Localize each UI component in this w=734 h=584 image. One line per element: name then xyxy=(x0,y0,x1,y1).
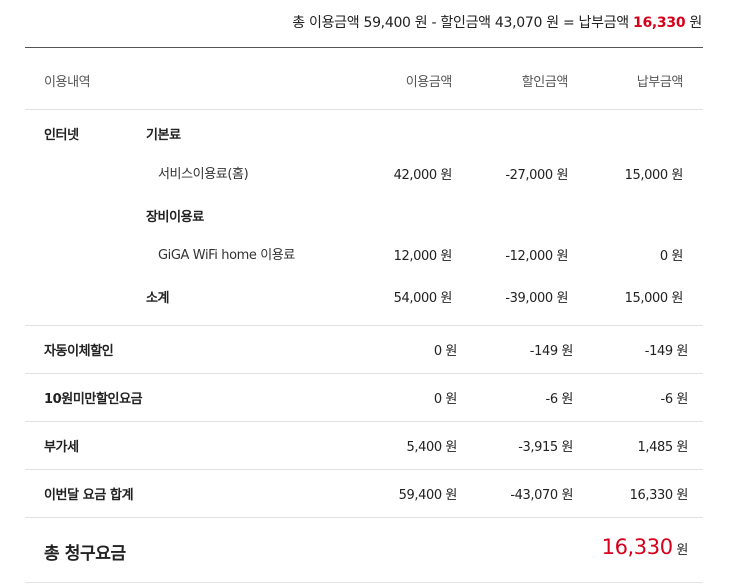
summary-payment-amount: 16,330 xyxy=(633,15,686,31)
subtotal-discount: -39,000 원 xyxy=(505,291,568,306)
row-discount-vat: -3,915 원 xyxy=(518,440,573,455)
row-usage-monthly-total: 59,400 원 xyxy=(398,488,458,503)
row-payment-under-10-won: -6 원 xyxy=(660,392,689,407)
row-divider xyxy=(25,325,703,326)
billing-summary: 총 이용금액 59,400 원 - 할인금액 43,070 원 = 납부금액 1… xyxy=(292,12,702,32)
summary-suffix: 원 xyxy=(685,15,702,31)
row-label-monthly-total: 이번달 요금 합계 xyxy=(44,488,134,503)
subtotal-usage: 54,000 원 xyxy=(393,291,453,306)
equipment-fee-discount: -12,000 원 xyxy=(505,249,568,264)
summary-prefix: 총 이용금액 59,400 원 - 할인금액 43,070 원 = 납부금액 xyxy=(292,15,634,31)
bottom-divider xyxy=(25,582,703,583)
category-internet: 인터넷 xyxy=(44,128,79,143)
row-divider xyxy=(25,421,703,422)
column-header-usage: 이용금액 xyxy=(405,75,453,90)
equipment-fee-label: 장비이용료 xyxy=(146,210,204,225)
row-divider xyxy=(25,469,703,470)
row-payment-monthly-total: 16,330 원 xyxy=(629,488,689,503)
row-discount-under-10-won: -6 원 xyxy=(545,392,574,407)
base-fee-discount: -27,000 원 xyxy=(505,168,568,183)
row-payment-vat: 1,485 원 xyxy=(637,440,688,455)
column-header-payment: 납부금액 xyxy=(636,75,684,90)
base-fee-usage: 42,000 원 xyxy=(393,168,453,183)
base-fee-item-name: 서비스이용료(홈) xyxy=(158,167,249,182)
equipment-fee-payment: 0 원 xyxy=(659,249,684,264)
row-discount-monthly-total: -43,070 원 xyxy=(510,488,573,503)
row-divider xyxy=(25,373,703,374)
total-billing-value: 16,330 xyxy=(601,535,673,559)
column-header-discount: 할인금액 xyxy=(521,75,569,90)
equipment-fee-item-name: GiGA WiFi home 이용료 xyxy=(158,248,295,263)
row-usage-under-10-won: 0 원 xyxy=(433,392,458,407)
row-label-under-10-won: 10원미만할인요금 xyxy=(44,392,143,407)
base-fee-label: 기본료 xyxy=(146,128,181,143)
row-label-auto-transfer: 자동이체할인 xyxy=(44,344,114,359)
row-usage-vat: 5,400 원 xyxy=(406,440,457,455)
equipment-fee-usage: 12,000 원 xyxy=(393,249,453,264)
subtotal-payment: 15,000 원 xyxy=(624,291,684,306)
subtotal-label: 소계 xyxy=(146,291,170,306)
total-billing-amount: 16,330 원 xyxy=(601,535,689,559)
header-divider xyxy=(25,109,703,110)
column-header-detail: 이용내역 xyxy=(44,75,91,90)
row-discount-auto-transfer: -149 원 xyxy=(529,344,574,359)
base-fee-payment: 15,000 원 xyxy=(624,168,684,183)
row-payment-auto-transfer: -149 원 xyxy=(644,344,689,359)
total-billing-unit: 원 xyxy=(672,543,688,558)
row-usage-auto-transfer: 0 원 xyxy=(433,344,458,359)
top-rule xyxy=(25,47,703,48)
row-divider xyxy=(25,517,703,518)
total-billing-label: 총 청구요금 xyxy=(44,544,126,564)
row-label-vat: 부가세 xyxy=(44,440,79,455)
